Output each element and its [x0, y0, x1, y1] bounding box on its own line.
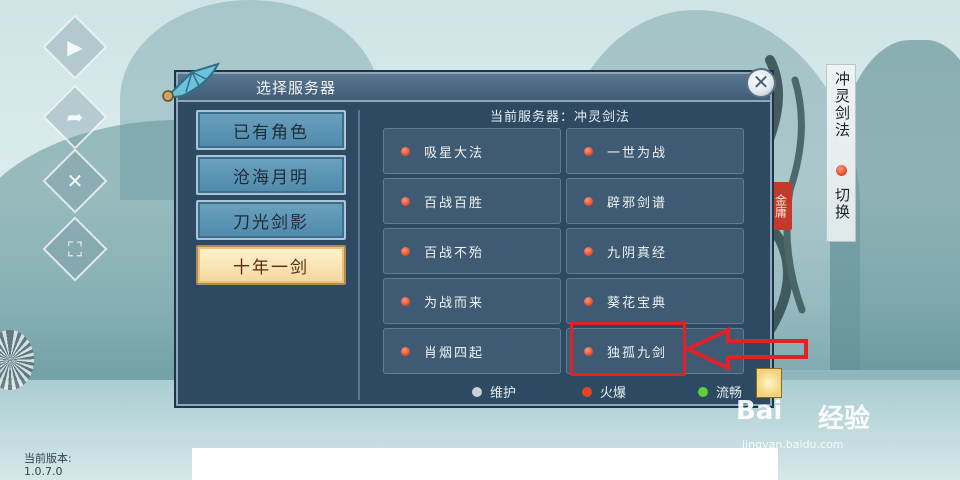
- tools-icon: ✕: [66, 169, 84, 193]
- close-button[interactable]: ✕: [746, 68, 776, 98]
- version-number: 1.0.7.0: [24, 465, 63, 478]
- dialog-title: 选择服务器: [256, 79, 337, 97]
- server-name: 肖烟四起: [424, 345, 485, 361]
- dialog-title-bar: 选择服务器: [178, 74, 770, 102]
- watermark-url: jingyan.baidu.com: [742, 438, 844, 451]
- video-button[interactable]: ▶: [42, 14, 108, 80]
- status-hot-icon: [401, 346, 410, 356]
- server-button[interactable]: 百战百胜: [383, 178, 561, 224]
- status-hot-icon: [584, 146, 593, 156]
- server-button[interactable]: 辟邪剑谱: [566, 178, 744, 224]
- status-smooth-icon: [698, 386, 708, 397]
- switch-server-button[interactable]: 切换: [832, 187, 853, 221]
- watermark-text: 经验: [818, 404, 871, 434]
- status-hot-icon: [401, 296, 410, 306]
- fan-emblem-icon: [162, 62, 220, 102]
- status-maintenance-icon: [472, 386, 482, 397]
- status-hot-icon: [584, 296, 593, 306]
- server-name: 葵花宝典: [607, 295, 668, 311]
- seal-text: 金庸: [773, 194, 788, 218]
- seal-stamp: 金庸: [770, 182, 792, 230]
- legend-hot: 火爆: [582, 382, 626, 401]
- server-button[interactable]: 一世为战: [566, 128, 744, 174]
- status-hot-icon: [582, 386, 592, 397]
- video-icon: ▶: [67, 35, 83, 59]
- server-name: 辟邪剑谱: [607, 195, 668, 211]
- baidu-logo: Bai: [736, 396, 783, 426]
- server-name: 为战而来: [424, 295, 485, 311]
- version-label: 当前版本:: [24, 452, 72, 465]
- server-name: 九阴真经: [607, 245, 668, 261]
- legend-maintenance: 维护: [472, 382, 516, 401]
- category-tab-daoguang-jianying[interactable]: 刀光剑影: [196, 200, 346, 240]
- status-hot-icon: [401, 246, 410, 256]
- server-button[interactable]: 肖烟四起: [383, 328, 561, 374]
- server-name: 百战百胜: [424, 195, 485, 211]
- scan-icon: ⛶: [68, 237, 82, 261]
- status-hot-icon: [584, 196, 593, 206]
- status-hot-icon: [584, 246, 593, 256]
- category-label: 十年一剑: [233, 257, 309, 278]
- server-name: 一世为战: [607, 145, 668, 161]
- category-tab-shinian-yijian[interactable]: 十年一剑: [196, 245, 346, 285]
- status-hot-icon: [401, 196, 410, 206]
- legend-label: 火爆: [600, 386, 627, 401]
- current-server-name: 冲灵剑法: [833, 71, 851, 139]
- server-name: 百战不殆: [424, 245, 485, 261]
- status-hot-icon: [836, 165, 847, 176]
- server-button[interactable]: 吸星大法: [383, 128, 561, 174]
- version-info: 当前版本: 1.0.7.0: [24, 452, 72, 478]
- server-button[interactable]: 为战而来: [383, 278, 561, 324]
- server-button[interactable]: 葵花宝典: [566, 278, 744, 324]
- server-button[interactable]: 百战不殆: [383, 228, 561, 274]
- category-list: 已有角色 沧海月明 刀光剑影 十年一剑: [186, 104, 356, 400]
- server-name: 吸星大法: [424, 145, 485, 161]
- bottom-white-bar: [192, 448, 778, 480]
- close-icon: ✕: [752, 70, 770, 94]
- panel-divider: [358, 110, 360, 400]
- share-icon: ➦: [66, 105, 84, 129]
- category-label: 沧海月明: [233, 167, 309, 188]
- category-tab-canghai-yueming[interactable]: 沧海月明: [196, 155, 346, 195]
- status-hot-icon: [401, 146, 410, 156]
- category-tab-existing-characters[interactable]: 已有角色: [196, 110, 346, 150]
- current-server-label: 当前服务器：冲灵剑法: [490, 110, 631, 125]
- category-label: 刀光剑影: [233, 212, 309, 233]
- current-server-panel[interactable]: 冲灵剑法 切换: [826, 64, 856, 242]
- category-label: 已有角色: [233, 122, 309, 143]
- legend-label: 维护: [490, 386, 517, 401]
- server-button[interactable]: 九阴真经: [566, 228, 744, 274]
- annotation-arrow-icon: [684, 326, 808, 372]
- lantern-decoration: [756, 368, 782, 398]
- annotation-highlight-box: [570, 322, 686, 376]
